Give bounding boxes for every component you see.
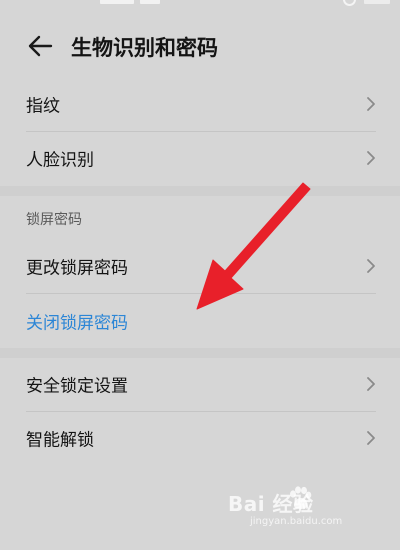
- list-item-disable-lock-password[interactable]: 关闭锁屏密码: [0, 294, 400, 348]
- list-item-fingerprint[interactable]: 指纹: [0, 77, 400, 131]
- chevron-right-icon: [367, 151, 375, 165]
- watermark-url: jingyan.baidu.com: [250, 516, 343, 527]
- list-item-label: 更改锁屏密码: [26, 258, 128, 279]
- list-item-label: 安全锁定设置: [26, 376, 128, 397]
- list-item-label: 关闭锁屏密码: [26, 313, 128, 334]
- wifi-icon: [140, 0, 160, 4]
- arrow-left-icon: [28, 35, 53, 57]
- status-bar: [0, 0, 400, 14]
- paw-logo-icon: [290, 486, 312, 509]
- battery-icon: [364, 0, 390, 4]
- chevron-right-icon: [367, 259, 375, 273]
- chevron-right-icon: [367, 97, 375, 111]
- page-title: 生物识别和密码: [71, 36, 218, 60]
- section-header-lock-screen: 锁屏密码: [26, 212, 82, 228]
- back-button[interactable]: [20, 26, 60, 66]
- list-item-label: 指纹: [26, 96, 60, 117]
- header: 生物识别和密码: [0, 16, 400, 76]
- list-item-change-lock-password[interactable]: 更改锁屏密码: [0, 239, 400, 293]
- status-bar-left: [100, 0, 160, 4]
- chevron-right-icon: [367, 377, 375, 391]
- signal-icon: [100, 0, 134, 4]
- chevron-right-icon: [367, 431, 375, 445]
- list-item-smart-unlock[interactable]: 智能解锁: [0, 411, 400, 465]
- watermark: Bai 经验 jingyan.baidu.com: [228, 486, 378, 532]
- list-item-face-recognition[interactable]: 人脸识别: [0, 131, 400, 185]
- list-item-label: 人脸识别: [26, 150, 94, 171]
- status-bar-right: [343, 0, 390, 6]
- section-separator: [0, 186, 400, 196]
- alarm-icon: [343, 0, 356, 6]
- list-item-label: 智能解锁: [26, 430, 94, 451]
- list-item-security-lock-settings[interactable]: 安全锁定设置: [0, 357, 400, 411]
